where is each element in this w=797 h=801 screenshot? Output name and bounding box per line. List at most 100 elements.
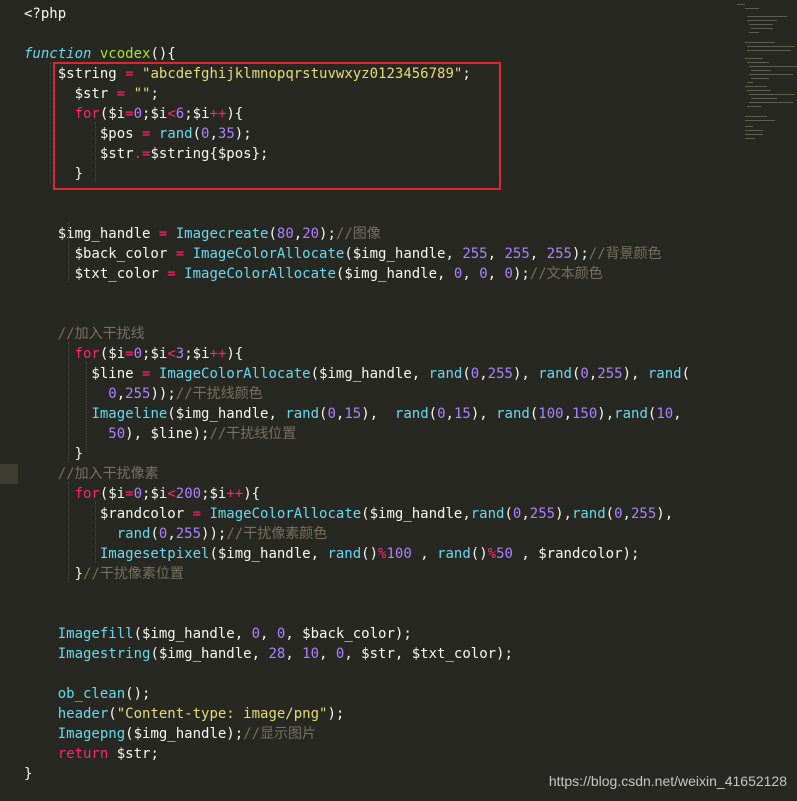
indent-guide — [86, 362, 87, 452]
watermark: https://blog.csdn.net/weixin_41652128 — [548, 773, 787, 789]
code-line: <?php — [24, 4, 66, 24]
code-token: ), — [555, 506, 572, 522]
code-line: }//干扰像素位置 — [24, 564, 184, 584]
code-token: ); — [327, 706, 345, 722]
code-line: $txt_color = ImageColorAllocate($img_han… — [24, 264, 603, 284]
code-token: Imagestring — [24, 646, 151, 662]
code-token: //显示图片 — [243, 726, 317, 742]
code-token: //干扰线位置 — [209, 426, 297, 442]
code-token: = — [175, 246, 185, 262]
minimap-line — [751, 98, 777, 99]
code-token: < — [167, 486, 176, 502]
code-token: ++ — [209, 346, 227, 362]
code-token: , — [479, 366, 488, 382]
code-token: ImageColorAllocate — [209, 506, 362, 522]
code-token: rand — [394, 406, 429, 422]
code-token: , — [411, 546, 438, 562]
code-token: , — [260, 626, 277, 642]
code-token: vcodex — [99, 46, 151, 62]
code-token: 255 — [529, 506, 556, 522]
minimap-line — [747, 46, 795, 47]
code-token: = — [192, 506, 202, 522]
minimap-line — [745, 86, 767, 87]
code-token: = — [167, 266, 176, 282]
code-token: ), — [361, 406, 395, 422]
code-token: , — [285, 646, 303, 662]
code-token: 0 — [580, 366, 589, 382]
code-token: 0 — [108, 386, 117, 402]
code-token: )); — [201, 526, 227, 542]
code-line: Imagesetpixel($img_handle, rand()%100 , … — [24, 544, 640, 564]
code-token: (); — [125, 686, 151, 702]
code-token: () — [470, 546, 488, 562]
code-line: header("Content-type: image/png"); — [24, 704, 345, 724]
code-token: rand — [285, 406, 320, 422]
code-token: //文本颜色 — [529, 266, 603, 282]
code-token: 150 — [572, 406, 598, 422]
code-token: } — [24, 766, 33, 782]
code-token: rand — [327, 546, 362, 562]
code-token: function — [24, 46, 92, 62]
code-token: Imagecreate — [175, 226, 269, 242]
code-token: ;$i — [201, 486, 227, 502]
code-token: 100 — [386, 546, 412, 562]
code-token: //加入干扰线 — [24, 326, 145, 342]
minimap[interactable] — [735, 0, 797, 801]
code-token: Imagepng — [24, 726, 126, 742]
code-token: ImageColorAllocate — [192, 246, 345, 262]
code-token: , — [673, 406, 682, 422]
code-token: 255 — [125, 386, 151, 402]
code-token: 10 — [302, 646, 320, 662]
code-token: ( — [504, 506, 513, 522]
code-token: rand — [614, 406, 648, 422]
minimap-line — [737, 4, 745, 5]
code-token: rand — [428, 366, 463, 382]
minimap-line — [745, 58, 763, 59]
code-token: $img_handle — [24, 226, 159, 242]
code-token: (){ — [150, 46, 176, 62]
code-token: , — [487, 246, 505, 262]
code-token: 50 — [496, 546, 513, 562]
code-token: 100 — [538, 406, 564, 422]
code-token: rand — [571, 506, 606, 522]
code-token: $txt_color — [24, 266, 168, 282]
minimap-line — [751, 70, 771, 71]
code-token: ob_clean — [24, 686, 126, 702]
code-token: rand — [538, 366, 572, 382]
code-line: $img_handle = Imagecreate(80,20);//图像 — [24, 224, 381, 244]
indent-guide — [95, 122, 96, 182]
code-token: "Content-type: image/png" — [116, 706, 328, 722]
code-token: Imageline — [91, 406, 168, 422]
code-token: ( — [268, 226, 277, 242]
code-token: 10 — [656, 406, 674, 422]
code-line: Imagestring($img_handle, 28, 10, 0, $str… — [24, 644, 513, 664]
minimap-line — [747, 82, 753, 83]
minimap-line — [745, 130, 763, 131]
code-token: return — [24, 746, 109, 762]
code-token: for — [74, 346, 100, 362]
code-token: 15 — [453, 406, 471, 422]
code-token: ){ — [243, 486, 261, 502]
code-token: , — [487, 266, 505, 282]
code-token: ($i — [99, 486, 126, 502]
code-token: //加入干扰像素 — [24, 466, 159, 482]
code-token: 255 — [462, 246, 488, 262]
code-token: ($i — [99, 346, 126, 362]
code-token: , — [445, 406, 454, 422]
indent-guide — [68, 482, 69, 582]
code-line: Imagepng($img_handle);//显示图片 — [24, 724, 316, 744]
code-token: rand — [116, 526, 151, 542]
code-token: , — [563, 406, 572, 422]
code-token: ;$i — [184, 346, 210, 362]
code-token: ($img_handle, — [310, 366, 429, 382]
minimap-line — [745, 138, 755, 139]
code-token: rand — [496, 406, 530, 422]
code-line: Imagefill($img_handle, 0, 0, $back_color… — [24, 624, 412, 644]
code-token: , — [167, 526, 176, 542]
code-token: <?php — [24, 6, 67, 22]
code-line: function vcodex(){ — [24, 44, 176, 64]
code-token: $line — [24, 366, 143, 382]
